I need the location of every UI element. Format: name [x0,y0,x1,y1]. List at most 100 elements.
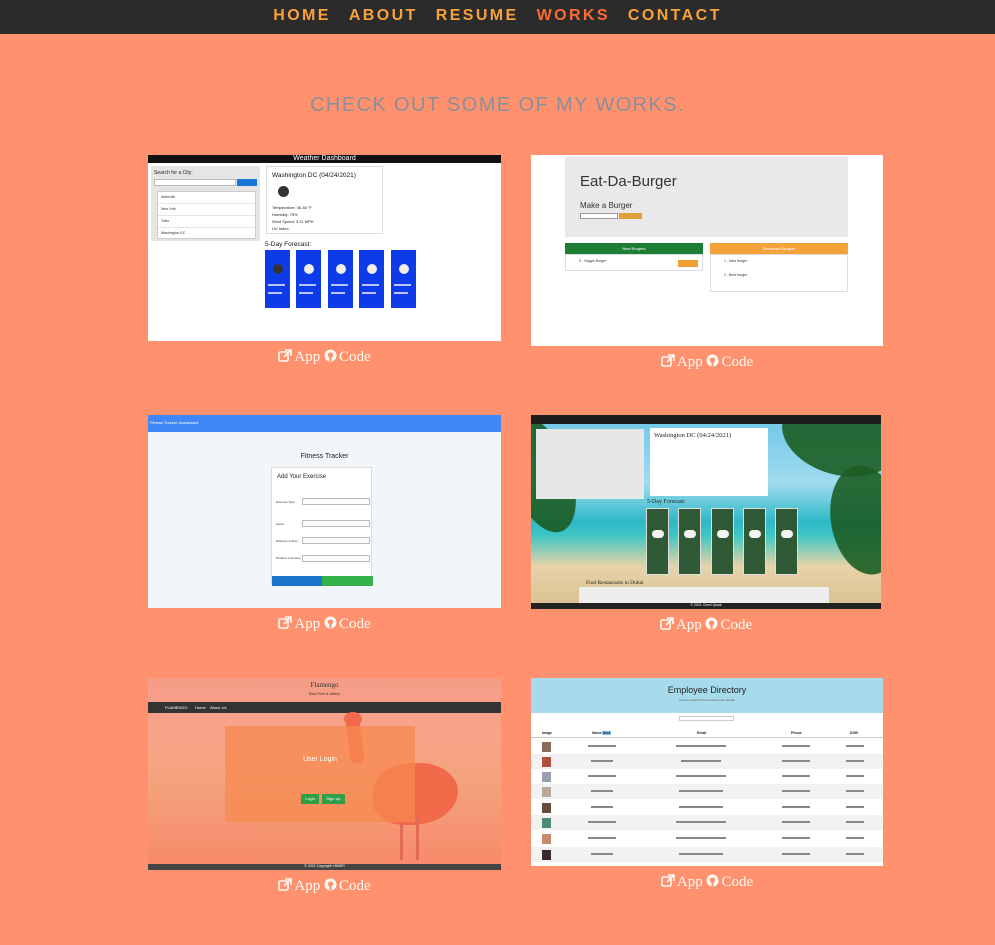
project-links: App Code [531,874,883,891]
project-links: App Code [148,878,501,895]
shot-burger-item: 5 - Veggie Burger [579,259,607,263]
forecast-card [391,250,416,308]
shot-subtitle: Use the search box to narrow your result… [679,698,735,702]
shot-stat: Wind Speed: 3.11 MPH [272,219,314,224]
app-link[interactable]: App [278,349,320,366]
shot-forecast-title: 5-Day Forecast: [647,499,686,505]
app-link-label: App [294,616,321,632]
shot-field [302,537,370,544]
app-link[interactable]: App [660,617,702,634]
shot-field [302,520,370,527]
table-row [531,800,883,815]
shot-title: Flamengo [310,681,339,689]
shot-login-title: User Login [303,756,337,763]
shot-footer: © 2021 Chevl Qwak [531,603,881,609]
shot-restaurant-search [579,587,829,603]
shot-stat: UV Index: [272,226,290,231]
shot-add-burger-button [619,213,642,219]
forecast-card [646,508,669,575]
shot-city-item: Abbeville [158,192,255,204]
flamingo-leg [416,818,419,860]
shot-bottom-title: Find Restaurants in Dubai [586,580,644,586]
nav-resume[interactable]: RESUME [436,6,519,26]
app-link[interactable]: App [278,878,320,895]
app-link-label: App [676,354,703,370]
shot-field-label: Exercise Type [276,500,295,504]
shot-login-label: Login [305,796,315,801]
code-link[interactable]: Code [706,874,753,891]
code-link-label: Code [721,874,754,890]
github-icon [706,874,719,887]
shot-city-item: Washington DC [158,228,255,240]
app-link[interactable]: App [278,616,320,633]
code-link[interactable]: Code [705,617,752,634]
github-icon [706,354,719,367]
project-links: App Code [531,354,883,371]
shot-signup-button: Sign Up [322,794,345,804]
section-title: CHECK OUT SOME OF MY WORKS. [310,94,685,116]
shot-field [302,555,370,562]
code-link[interactable]: Code [706,354,753,371]
shot-table-header: Image Name Sort Email Phone DOB [531,730,883,738]
shot-burger-item: 1 - New burger [724,259,748,263]
code-link[interactable]: Code [324,616,371,633]
shot-nav-item: Home [195,705,206,710]
shot-sort-button: Sort [602,731,611,735]
shot-devour-button [678,260,698,267]
external-link-icon [278,878,293,891]
shot-login-box: User Login Login Sign Up [225,726,415,822]
shot-col-header: Image [542,731,553,735]
project-screenshot-employee-directory[interactable]: Employee Directory Use the search box to… [531,678,883,866]
shot-col-header: Phone [791,731,802,735]
shot-login-button: Login [301,794,319,804]
project-screenshot-weather-travel[interactable]: Washington DC (04/24/2021) 5-Day Forecas… [531,415,881,609]
forecast-card [296,250,321,308]
shot-col-header: DOB [850,731,858,735]
shot-subtitle: Make a Burger [580,201,633,210]
shot-subtitle: Best Price & Vallery [309,692,340,696]
shot-city-list: Abbeville New York Tokio Washington DC [157,191,256,240]
shot-stats: Temperature: 46.38 °F Humidity: 75% Wind… [272,204,314,232]
nav-contact[interactable]: CONTACT [628,6,722,26]
shot-burger-input [580,213,618,219]
code-link[interactable]: Code [324,349,371,366]
code-link-label: Code [338,349,371,365]
project-screenshot-fitness-tracker[interactable]: Fitness Tracker Dashboard Fitness Tracke… [148,415,501,608]
forecast-card [678,508,701,575]
table-row [531,831,883,846]
flamingo-leg [400,818,403,860]
shot-burger-item: 2 - Beef burger [724,273,748,277]
code-link-label: Code [721,354,754,370]
shot-city-item: Tokio [158,216,255,228]
nav-links: HOME ABOUT RESUME WORKS CONTACT [0,6,995,26]
app-link[interactable]: App [661,874,703,891]
project-screenshot-weather-dashboard[interactable]: Weather Dashboard Search for a City: Abb… [148,155,501,341]
nav-home[interactable]: HOME [273,6,331,26]
external-link-icon [660,617,674,630]
shot-stat: Humidity: 75% [272,212,298,217]
shot-new-list: 5 - Veggie Burger [565,254,703,271]
shot-signup-label: Sign Up [326,796,341,801]
shot-field-label: Duration (minutes) [276,556,301,560]
shot-exercise-card: Add Your Exercise Exercise Type Name Dis… [271,467,373,586]
external-link-icon [661,354,675,367]
shot-search-label: Search for a City: [154,170,193,176]
code-link-label: Code [338,616,371,632]
shot-col-header: Email [697,731,707,735]
app-link-label: App [676,874,703,890]
shot-field-label: Name [276,522,285,526]
table-row [531,754,883,769]
shot-header: Employee Directory Use the search box to… [531,678,883,713]
nav-works[interactable]: WORKS [537,6,610,26]
project-screenshot-flamengo[interactable]: Flamengo Best Price & Vallery FLAMENGO H… [148,678,501,870]
app-link[interactable]: App [661,354,703,371]
external-link-icon [278,349,293,362]
code-link[interactable]: Code [324,878,371,895]
shot-search-input [154,179,236,186]
table-row [531,739,883,754]
shot-header: Weather Dashboard [148,155,501,163]
project-screenshot-burger[interactable]: Eat-Da-Burger Make a Burger New Burgers … [531,155,883,346]
shot-jumbotron [565,157,848,237]
nav-about[interactable]: ABOUT [349,6,418,26]
shot-header: Fitness Tracker Dashboard [148,415,501,432]
